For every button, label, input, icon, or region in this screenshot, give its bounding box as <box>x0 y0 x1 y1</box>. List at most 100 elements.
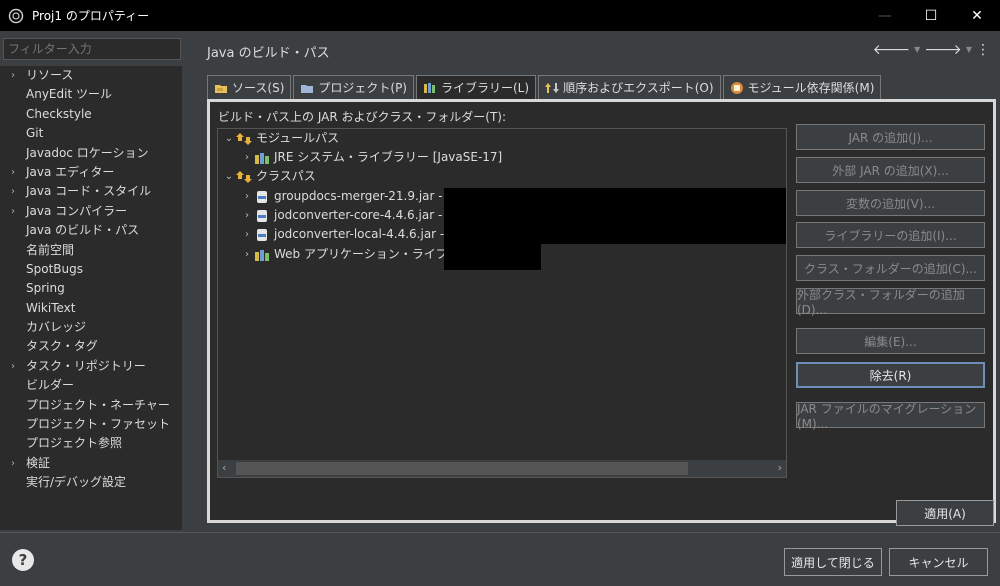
view-menu-icon[interactable]: ⋮ <box>976 42 990 58</box>
redaction-block <box>444 188 786 244</box>
tree-node-jar[interactable]: › jodconverter-local-4.4.6.jar - <box>240 225 444 244</box>
sidebar-item[interactable]: WikiText <box>0 299 182 318</box>
sidebar-item[interactable]: › タスク・リポジトリー <box>0 357 182 376</box>
sidebar-item-label: タスク・リポジトリー <box>26 358 146 373</box>
sidebar-item[interactable]: › Java コード・スタイル <box>0 182 182 201</box>
jar-icon <box>257 209 267 222</box>
chevron-right-icon[interactable]: › <box>11 357 15 376</box>
sidebar-item[interactable]: SpotBugs <box>0 260 182 279</box>
chevron-right-icon[interactable]: › <box>11 182 15 201</box>
project-folder-icon <box>301 84 314 93</box>
modulepath-icon <box>236 132 252 145</box>
sidebar-item-label: 実行/デバッグ設定 <box>26 475 127 490</box>
build-path-tree[interactable]: ⌄ モジュールパス › JRE システム・ライブラリー [JavaSE-17] … <box>217 128 787 478</box>
tab-order-export[interactable]: 順序およびエクスポート(O) <box>538 75 721 99</box>
sidebar-item[interactable]: タスク・タグ <box>0 337 182 356</box>
chevron-right-icon[interactable]: › <box>240 206 254 225</box>
sidebar-item[interactable]: Javadoc ロケーション <box>0 144 182 163</box>
help-icon[interactable]: ? <box>12 549 34 571</box>
filter-input[interactable] <box>3 38 181 60</box>
classpath-icon <box>236 170 252 183</box>
chevron-down-icon[interactable]: ⌄ <box>222 129 236 148</box>
sidebar-item[interactable]: カバレッジ <box>0 318 182 337</box>
apply-and-close-button[interactable]: 適用して閉じる <box>784 548 882 576</box>
horizontal-scrollbar[interactable]: ‹ › <box>218 460 786 477</box>
sidebar: › リソース AnyEdit ツール Checkstyle Git Javadoc ロケー… <box>0 31 193 530</box>
minimize-button[interactable]: — <box>862 0 908 31</box>
sidebar-item[interactable]: プロジェクト・ファセット <box>0 415 182 434</box>
add-external-jar-button[interactable]: 外部 JAR の追加(X)... <box>796 157 985 183</box>
title-bar: Proj1 のプロパティー — ☐ ✕ <box>0 0 1000 31</box>
chevron-right-icon[interactable]: › <box>240 225 254 244</box>
redaction-block <box>444 244 541 270</box>
window-title: Proj1 のプロパティー <box>32 9 150 23</box>
library-icon <box>255 152 269 164</box>
forward-arrow-icon[interactable]: 🡒 <box>924 41 962 58</box>
tree-node-jar[interactable]: › groupdocs-merger-21.9.jar - <box>240 187 443 206</box>
main-panel: Java のビルド・パス 🡐 ▼ 🡒 ▼ ⋮ ソース(S) プロジェクト(P) … <box>193 31 1000 530</box>
sidebar-item-label: 検証 <box>26 455 51 470</box>
remove-button[interactable]: 除去(R) <box>796 362 985 388</box>
sidebar-item-label: AnyEdit ツール <box>26 87 112 102</box>
scroll-left-icon[interactable]: ‹ <box>222 461 226 474</box>
tab-projects[interactable]: プロジェクト(P) <box>293 75 414 99</box>
sidebar-item[interactable]: プロジェクト参照 <box>0 434 182 453</box>
add-variable-button[interactable]: 変数の追加(V)... <box>796 190 985 216</box>
sidebar-item-label: タスク・タグ <box>26 339 98 354</box>
sidebar-item[interactable]: › Java エディター <box>0 163 182 182</box>
back-menu-chevron-icon[interactable]: ▼ <box>914 45 920 54</box>
source-folder-icon <box>215 84 227 93</box>
add-library-button[interactable]: ライブラリーの追加(I)... <box>796 222 985 248</box>
back-arrow-icon[interactable]: 🡐 <box>873 41 911 58</box>
add-external-class-folder-button[interactable]: 外部クラス・フォルダーの追加(D)... <box>796 288 985 317</box>
add-jar-button[interactable]: JAR の追加(J)... <box>796 124 985 150</box>
edit-button[interactable]: 編集(E)... <box>796 328 985 354</box>
tree-node-jar[interactable]: › jodconverter-core-4.4.6.jar - <box>240 206 442 225</box>
close-button[interactable]: ✕ <box>954 0 1000 31</box>
migrate-jar-button[interactable]: JAR ファイルのマイグレーション(M)... <box>796 402 985 431</box>
tab-module-dependencies[interactable]: モジュール依存関係(M) <box>722 75 882 99</box>
chevron-right-icon[interactable]: › <box>11 66 15 85</box>
chevron-right-icon[interactable]: › <box>11 202 15 221</box>
library-icon <box>255 249 269 261</box>
apply-button[interactable]: 適用(A) <box>896 500 994 526</box>
scroll-right-icon[interactable]: › <box>778 461 782 474</box>
chevron-right-icon[interactable]: › <box>240 148 254 167</box>
build-path-label: ビルド・パス上の JAR およびクラス・フォルダー(T): <box>218 110 507 124</box>
tab-source[interactable]: ソース(S) <box>207 75 292 99</box>
tab-libraries[interactable]: ライブラリー(L) <box>416 75 537 99</box>
cancel-button[interactable]: キャンセル <box>889 548 988 576</box>
history-nav: 🡐 ▼ 🡒 ▼ ⋮ <box>873 41 990 59</box>
sidebar-item[interactable]: › リソース <box>0 66 182 85</box>
sidebar-item[interactable]: Git <box>0 124 182 143</box>
maximize-button[interactable]: ☐ <box>908 0 954 31</box>
scrollbar-thumb[interactable] <box>236 462 688 475</box>
sidebar-item-label: Checkstyle <box>26 106 92 121</box>
sidebar-item[interactable]: › 検証 <box>0 454 182 473</box>
sidebar-scrollbar[interactable] <box>182 66 193 530</box>
tree-node-jre[interactable]: › JRE システム・ライブラリー [JavaSE-17] <box>240 148 502 167</box>
chevron-down-icon[interactable]: ⌄ <box>222 167 236 186</box>
sidebar-item-label: Java コンパイラー <box>26 203 128 218</box>
tree-node-classpath[interactable]: ⌄ クラスパス <box>222 167 316 186</box>
sidebar-item-label: Java エディター <box>26 164 115 179</box>
sidebar-item[interactable]: Spring <box>0 279 182 298</box>
chevron-right-icon[interactable]: › <box>11 454 15 473</box>
chevron-right-icon[interactable]: › <box>240 187 254 206</box>
sidebar-item[interactable]: ビルダー <box>0 376 182 395</box>
chevron-right-icon[interactable]: › <box>240 245 254 264</box>
sidebar-item[interactable]: › Java コンパイラー <box>0 202 182 221</box>
add-class-folder-button[interactable]: クラス・フォルダーの追加(C)... <box>796 255 985 281</box>
sidebar-item[interactable]: AnyEdit ツール <box>0 85 182 104</box>
chevron-right-icon[interactable]: › <box>11 163 15 182</box>
sidebar-item[interactable]: プロジェクト・ネーチャー <box>0 396 182 415</box>
forward-menu-chevron-icon[interactable]: ▼ <box>966 45 972 54</box>
order-icon <box>545 82 560 93</box>
sidebar-item-label: Java のビルド・パス <box>26 223 140 238</box>
sidebar-item[interactable]: 実行/デバッグ設定 <box>0 473 182 492</box>
jar-icon <box>257 190 267 203</box>
sidebar-item[interactable]: Checkstyle <box>0 105 182 124</box>
sidebar-item[interactable]: 名前空間 <box>0 241 182 260</box>
sidebar-item[interactable]: Java のビルド・パス <box>0 221 182 240</box>
tree-node-modulepath[interactable]: ⌄ モジュールパス <box>222 129 339 148</box>
